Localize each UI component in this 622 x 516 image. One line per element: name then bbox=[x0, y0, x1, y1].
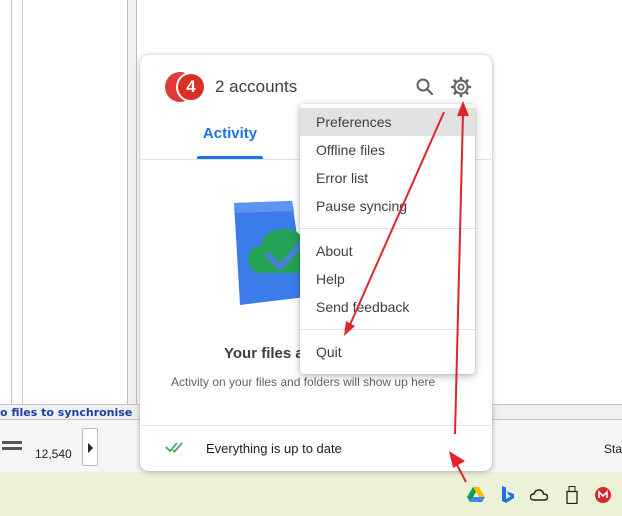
empty-state-title: Your files a bbox=[224, 345, 304, 362]
menu-item-help[interactable]: Help bbox=[300, 265, 475, 293]
menu-separator bbox=[300, 329, 475, 330]
bg-pane-tree bbox=[22, 0, 128, 405]
onedrive-cloud-icon[interactable] bbox=[530, 486, 548, 504]
menu-item-quit[interactable]: Quit bbox=[300, 338, 475, 366]
menu-item-send-feedback[interactable]: Send feedback bbox=[300, 293, 475, 321]
screen: o files to synchronise 12,540 Sta 4 2 ac… bbox=[0, 0, 622, 516]
sync-status-text: Everything is up to date bbox=[206, 441, 342, 456]
menu-item-about[interactable]: About bbox=[300, 237, 475, 265]
google-drive-icon[interactable] bbox=[467, 486, 485, 504]
empty-state-subtitle: Activity on your files and folders will … bbox=[171, 375, 436, 389]
double-check-icon bbox=[165, 440, 187, 454]
menu-item-offline-files[interactable]: Offline files bbox=[300, 136, 475, 164]
bg-pane-left bbox=[0, 0, 12, 405]
bg-pane-splitter[interactable] bbox=[128, 0, 137, 405]
bg-file-count: 12,540 bbox=[35, 447, 72, 461]
tab-activity[interactable]: Activity bbox=[197, 125, 263, 159]
footer-divider bbox=[140, 425, 492, 426]
menu-item-pause-syncing[interactable]: Pause syncing bbox=[300, 192, 475, 220]
usb-drive-icon[interactable] bbox=[563, 486, 581, 504]
menu-item-error-list[interactable]: Error list bbox=[300, 164, 475, 192]
accounts-label[interactable]: 2 accounts bbox=[215, 77, 297, 97]
mega-icon[interactable] bbox=[594, 486, 612, 504]
bing-icon[interactable] bbox=[499, 486, 517, 504]
hamburger-menu-icon[interactable] bbox=[2, 441, 22, 453]
menu-item-preferences[interactable]: Preferences bbox=[300, 108, 475, 136]
bg-right-label: Sta bbox=[604, 442, 622, 456]
settings-menu: Preferences Offline files Error list Pau… bbox=[300, 104, 475, 374]
gear-icon[interactable] bbox=[449, 75, 473, 99]
account-avatar-badge[interactable]: 4 bbox=[176, 72, 206, 102]
search-icon[interactable] bbox=[414, 76, 436, 98]
taskbar bbox=[0, 472, 622, 516]
bg-expand-button[interactable] bbox=[82, 428, 98, 466]
bg-sync-status-text: o files to synchronise bbox=[0, 406, 133, 419]
menu-separator bbox=[300, 228, 475, 229]
